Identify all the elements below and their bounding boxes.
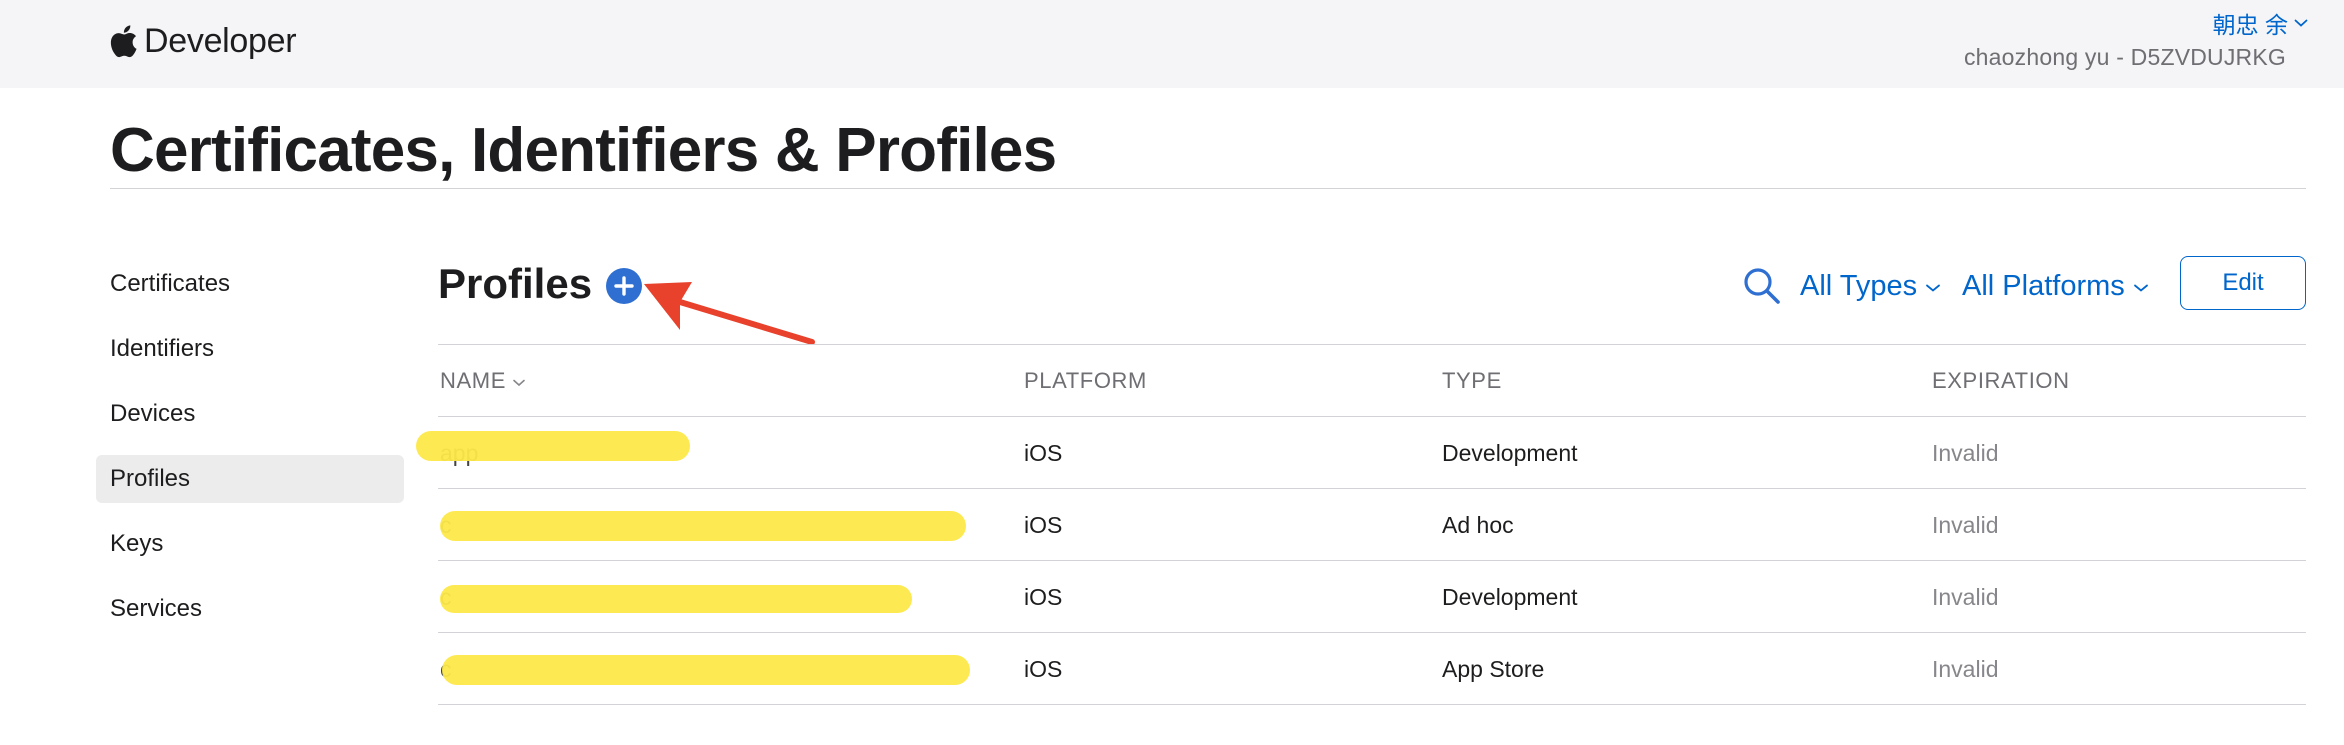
- team-name: chaozhong yu - D5ZVDUJRKG: [1963, 44, 2286, 70]
- user-name: 朝忠 余: [2212, 12, 2288, 38]
- sidebar-nav: Certificates Identifiers Devices Profile…: [96, 260, 404, 650]
- profile-type: Development: [1442, 439, 1578, 466]
- profile-expiration: Invalid: [1932, 439, 1999, 466]
- sidebar-item-label: Keys: [110, 530, 164, 557]
- section-title: Profiles: [438, 260, 593, 307]
- profile-expiration: Invalid: [1932, 583, 1999, 610]
- profile-platform: iOS: [1024, 655, 1063, 682]
- brand-text: Developer: [144, 21, 297, 60]
- chevron-down-icon: [1926, 284, 1941, 292]
- type-filter-dropdown[interactable]: All Types: [1800, 264, 1941, 308]
- table-row[interactable]: c iOS Ad hoc Invalid: [438, 489, 2306, 561]
- redaction-mark: [440, 585, 912, 613]
- profile-type: Ad hoc: [1442, 511, 1514, 538]
- column-header-expiration: EXPIRATION: [1932, 368, 2070, 393]
- sidebar-item-devices[interactable]: Devices: [96, 390, 404, 438]
- platform-filter-dropdown[interactable]: All Platforms: [1962, 264, 2149, 308]
- platform-filter-label: All Platforms: [1962, 269, 2125, 302]
- column-header-name[interactable]: NAME: [440, 345, 526, 417]
- user-menu[interactable]: 朝忠 余: [2213, 6, 2308, 40]
- top-bar: Developer 朝忠 余 chaozhong yu - D5ZVDUJRKG: [0, 0, 2344, 88]
- type-filter-label: All Types: [1800, 269, 1918, 302]
- sidebar-item-identifiers[interactable]: Identifiers: [96, 325, 404, 373]
- sidebar-item-label: Identifiers: [110, 335, 215, 362]
- table-row[interactable]: c iOS App Store Invalid: [438, 633, 2306, 705]
- brand-logo[interactable]: Developer: [108, 16, 297, 66]
- sidebar-item-services[interactable]: Services: [96, 585, 404, 633]
- redaction-mark: [416, 431, 690, 461]
- sidebar-item-certificates[interactable]: Certificates: [96, 260, 404, 308]
- column-header-platform: PLATFORM: [1024, 368, 1147, 393]
- profile-type: Development: [1442, 583, 1578, 610]
- chevron-down-icon: [2133, 284, 2148, 292]
- apple-logo-icon: [110, 25, 137, 58]
- add-profile-button[interactable]: [606, 268, 642, 304]
- profile-type: App Store: [1442, 655, 1545, 682]
- chevron-down-icon: [2294, 19, 2308, 27]
- redaction-mark: [442, 655, 970, 685]
- profile-platform: iOS: [1024, 511, 1063, 538]
- profile-platform: iOS: [1024, 439, 1063, 466]
- profile-expiration: Invalid: [1932, 655, 1999, 682]
- table-row[interactable]: [438, 705, 2306, 745]
- chevron-down-icon: [513, 379, 525, 387]
- sidebar-item-keys[interactable]: Keys: [96, 520, 404, 568]
- profiles-table: NAME PLATFORM TYPE EXPIRATION app iOS De…: [416, 344, 2306, 745]
- search-icon: [1744, 268, 1780, 304]
- table-header-row: NAME PLATFORM TYPE EXPIRATION: [438, 344, 2306, 417]
- edit-button[interactable]: Edit: [2180, 256, 2306, 310]
- column-header-type: TYPE: [1442, 368, 1502, 393]
- redaction-mark: [440, 511, 966, 541]
- search-button[interactable]: [1740, 264, 1784, 308]
- sidebar-item-label: Profiles: [110, 465, 191, 492]
- profile-expiration: Invalid: [1932, 511, 1999, 538]
- profile-platform: iOS: [1024, 583, 1063, 610]
- sidebar-item-profiles[interactable]: Profiles: [96, 455, 404, 503]
- title-divider: [110, 188, 2306, 189]
- page-title: Certificates, Identifiers & Profiles: [110, 116, 1057, 185]
- sidebar-item-label: Devices: [110, 400, 196, 427]
- table-row[interactable]: app iOS Development Invalid: [416, 417, 2306, 489]
- plus-circle-icon: [614, 276, 634, 296]
- sidebar-item-label: Services: [110, 595, 203, 622]
- table-row[interactable]: c iOS Development Invalid: [438, 561, 2306, 633]
- column-header-label: NAME: [440, 368, 506, 393]
- sidebar-item-label: Certificates: [110, 270, 231, 297]
